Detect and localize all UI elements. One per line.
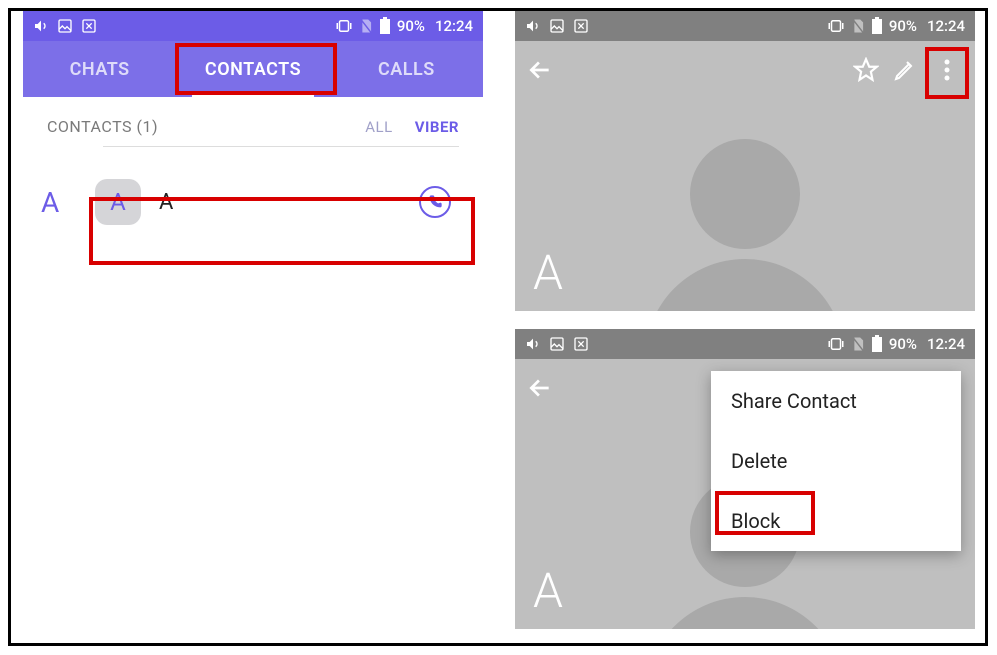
contacts-count-label: CONTACTS (1) [47, 117, 158, 136]
screen-contact-detail: 90% 12:24 A [515, 11, 975, 311]
vibrate-icon [827, 19, 845, 33]
tutorial-composite-frame: 90% 12:24 CHATS CONTACTS CALLS CONTACTS … [8, 8, 988, 646]
battery-icon [871, 335, 883, 353]
avatar-silhouette [635, 139, 855, 311]
battery-percent: 90% [889, 17, 917, 35]
back-icon[interactable] [527, 57, 553, 83]
picture-icon [549, 18, 565, 34]
section-index-letter: A [41, 186, 83, 219]
picture-icon [549, 336, 565, 352]
clock-time: 12:24 [927, 335, 965, 353]
profile-letter: A [533, 244, 563, 301]
close-box-icon [81, 18, 97, 34]
clock-time: 12:24 [435, 17, 473, 35]
contacts-header-row: CONTACTS (1) ALL VIBER [23, 97, 483, 146]
tab-calls[interactable]: CALLS [330, 41, 483, 97]
filter-viber[interactable]: VIBER [415, 118, 459, 136]
avatar: A [95, 179, 141, 225]
battery-icon [871, 17, 883, 35]
battery-percent: 90% [889, 335, 917, 353]
status-bar: 90% 12:24 [23, 11, 483, 41]
back-icon[interactable] [527, 375, 553, 401]
status-bar: 90% 12:24 [515, 11, 975, 41]
screen-contacts-list: 90% 12:24 CHATS CONTACTS CALLS CONTACTS … [23, 11, 483, 303]
volume-icon [525, 336, 541, 352]
overflow-menu-popup: Share Contact Delete Block [711, 371, 961, 551]
profile-letter: A [533, 562, 563, 619]
top-tabs: CHATS CONTACTS CALLS [23, 41, 483, 97]
no-sim-icon [851, 18, 865, 34]
volume-icon [525, 18, 541, 34]
contact-item[interactable]: A A [83, 170, 463, 234]
vibrate-icon [335, 19, 353, 33]
overflow-menu-icon[interactable] [931, 58, 963, 82]
star-icon[interactable] [853, 57, 879, 83]
battery-percent: 90% [397, 17, 425, 35]
menu-item-delete[interactable]: Delete [711, 431, 961, 491]
menu-item-share-contact[interactable]: Share Contact [711, 371, 961, 431]
contact-hero: A [515, 99, 975, 311]
pencil-icon[interactable] [893, 58, 917, 82]
close-box-icon [573, 18, 589, 34]
no-sim-icon [851, 336, 865, 352]
vibrate-icon [827, 337, 845, 351]
tab-chats[interactable]: CHATS [23, 41, 176, 97]
contact-row: A A A [23, 167, 483, 237]
viber-call-icon[interactable] [419, 186, 451, 218]
status-bar: 90% 12:24 [515, 329, 975, 359]
clock-time: 12:24 [927, 17, 965, 35]
no-sim-icon [359, 18, 373, 34]
tab-contacts[interactable]: CONTACTS [176, 41, 329, 97]
contact-name: A [159, 190, 401, 215]
close-box-icon [573, 336, 589, 352]
menu-item-block[interactable]: Block [711, 491, 961, 551]
divider [103, 146, 459, 147]
screen-contact-menu-open: 90% 12:24 A Share Contact Delete Block [515, 329, 975, 629]
filter-all[interactable]: ALL [365, 118, 392, 136]
battery-icon [379, 17, 391, 35]
contact-app-bar [515, 41, 975, 99]
picture-icon [57, 18, 73, 34]
volume-icon [33, 18, 49, 34]
